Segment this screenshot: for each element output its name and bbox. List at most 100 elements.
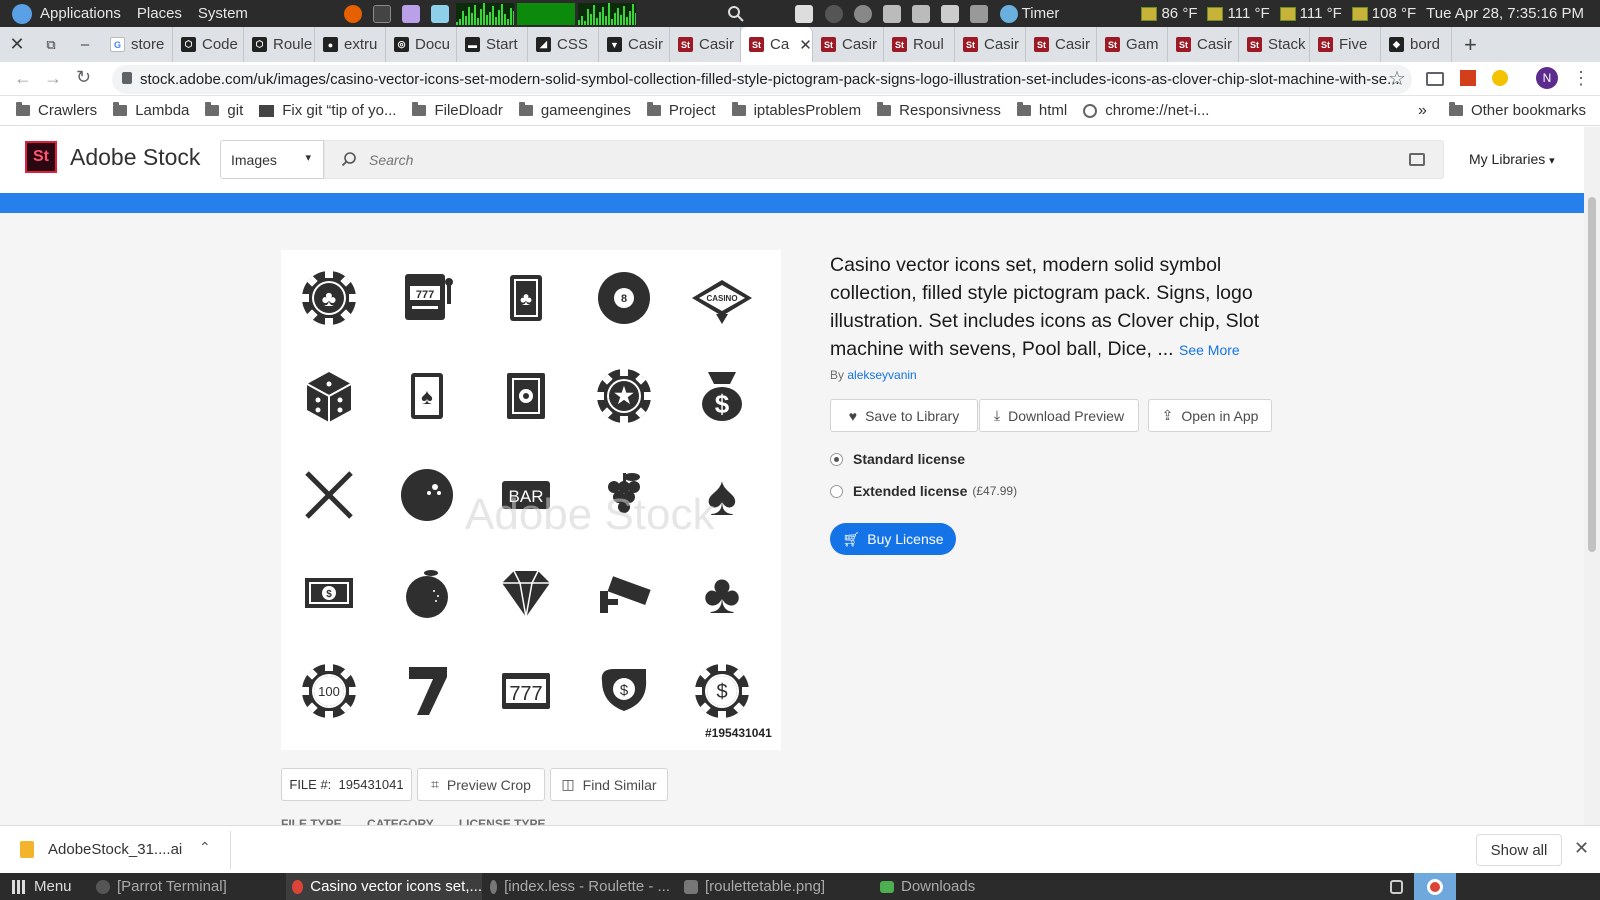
task-chrome[interactable]: Casino vector icons set,...	[286, 873, 482, 900]
firefox-icon[interactable]	[343, 4, 362, 23]
camera-icon[interactable]	[1409, 153, 1425, 166]
back-icon[interactable]: ←	[14, 68, 32, 89]
browser-tab[interactable]: St Casir	[955, 27, 1026, 62]
applications-menu[interactable]: Applications	[40, 5, 121, 22]
adobe-stock-logo-icon[interactable]: St	[25, 141, 57, 173]
scrollbar-thumb[interactable]	[1588, 197, 1596, 552]
see-more-link[interactable]: See More	[1179, 342, 1240, 358]
browser-tab[interactable]: ● extru	[315, 27, 386, 62]
new-tab-icon[interactable]: +	[1464, 32, 1477, 58]
bookmark-item[interactable]: iptablesProblem	[731, 102, 861, 119]
browser-tab[interactable]: ⬡ Code	[173, 27, 244, 62]
buy-license-button[interactable]: 🛒︎ Buy License	[830, 523, 956, 555]
task-terminal[interactable]: [Parrot Terminal]	[96, 873, 227, 900]
timer-label[interactable]: Timer	[1022, 5, 1060, 22]
browser-tab[interactable]: St Casir	[1168, 27, 1239, 62]
browser-tab[interactable]: ◎ Docu	[386, 27, 457, 62]
search-input[interactable]	[369, 147, 1369, 173]
profile-avatar[interactable]: N	[1536, 67, 1558, 89]
bookmark-item[interactable]: Fix git “tip of yo...	[259, 102, 396, 119]
save-to-library-button[interactable]: ♥ Save to Library	[830, 399, 978, 432]
category-select[interactable]: Images ▾	[220, 140, 324, 179]
bookmark-item[interactable]: git	[205, 102, 243, 119]
adobe-stock-logo-text[interactable]: Adobe Stock	[70, 144, 200, 171]
bookmark-item[interactable]: Crawlers	[16, 102, 97, 119]
author-link[interactable]: alekseyvanin	[847, 368, 916, 382]
find-similar-button[interactable]: ◫ Find Similar	[550, 768, 668, 801]
bookmarks-overflow-icon[interactable]: »	[1418, 102, 1427, 120]
chrome-tray-icon[interactable]	[1414, 873, 1456, 900]
bookmark-star-icon[interactable]: ☆	[1388, 66, 1406, 91]
browser-tab[interactable]: St Gam	[1097, 27, 1168, 62]
download-item[interactable]: AdobeStock_31....ai	[48, 841, 182, 858]
download-preview-button[interactable]: ⤓ Download Preview	[979, 399, 1139, 432]
terminal-icon[interactable]	[373, 4, 392, 23]
browser-tab[interactable]: Gstore	[102, 27, 173, 62]
reload-icon[interactable]: ↻	[76, 67, 91, 88]
file-manager-icon[interactable]	[431, 4, 450, 23]
browser-tab[interactable]: ▬ Start	[457, 27, 528, 62]
browser-tab[interactable]: St Stack	[1239, 27, 1310, 62]
bluetooth-icon[interactable]	[824, 4, 843, 23]
asset-preview[interactable]: ♣ 777 ♣ 8 CASINO ♠ ★ $ BAR ♠ $ ♣ 100 777 $ $ Adobe Stoc…	[281, 250, 781, 750]
task-downloads[interactable]: Downloads	[880, 873, 975, 900]
close-shelf-icon[interactable]: ✕	[1574, 838, 1589, 859]
bookmark-item[interactable]: chrome://net-i...	[1083, 102, 1209, 119]
chevron-up-icon[interactable]: ⌃	[199, 839, 211, 856]
text-editor-icon[interactable]	[402, 4, 421, 23]
night-mode-icon[interactable]	[853, 4, 872, 23]
bookmark-item[interactable]: Project	[646, 102, 716, 119]
other-bookmarks[interactable]: Other bookmarks	[1448, 102, 1586, 119]
page-scrollbar[interactable]	[1584, 127, 1600, 825]
browser-tab[interactable]: St Casir	[1026, 27, 1097, 62]
timer-icon[interactable]	[999, 4, 1018, 23]
browser-tab[interactable]: ◆ bord	[1381, 27, 1452, 62]
start-menu[interactable]: Menu	[12, 873, 72, 900]
close-window-icon[interactable]: ✕	[0, 34, 34, 55]
clock[interactable]: Tue Apr 28, 7:35:16 PM	[1426, 5, 1584, 22]
bookmark-item[interactable]: html	[1016, 102, 1067, 119]
clipboard-icon[interactable]	[941, 4, 960, 23]
task-image-viewer[interactable]: [roulettetable.png]	[684, 873, 825, 900]
my-libraries-menu[interactable]: My Libraries ▾	[1469, 151, 1555, 167]
system-menu[interactable]: System	[198, 5, 248, 22]
browser-tab[interactable]: ▼ Casir	[599, 27, 670, 62]
volume-icon[interactable]	[912, 4, 931, 23]
preview-crop-button[interactable]: ⌗ Preview Crop	[417, 768, 545, 801]
extension-icon[interactable]	[1460, 70, 1476, 86]
places-menu[interactable]: Places	[137, 5, 182, 22]
show-all-button[interactable]: Show all	[1476, 834, 1562, 866]
screenshot-icon[interactable]	[795, 4, 814, 23]
browser-tab[interactable]: St Five	[1310, 27, 1381, 62]
browser-tab[interactable]: St Casir	[813, 27, 884, 62]
browser-tab[interactable]: St Roul	[884, 27, 955, 62]
address-bar[interactable]: stock.adobe.com/uk/images/casino-vector-…	[112, 65, 1412, 94]
minimize-window-icon[interactable]: –	[68, 36, 102, 53]
cast-icon[interactable]	[1426, 72, 1444, 86]
browser-tab[interactable]: ⬡ Roule	[244, 27, 315, 62]
bookmark-item[interactable]: gameengines	[518, 102, 631, 119]
open-in-app-button[interactable]: ⇪ Open in App	[1148, 399, 1272, 432]
shield-icon[interactable]	[882, 4, 901, 23]
forward-icon[interactable]: →	[44, 68, 62, 89]
workspace-icon[interactable]	[1390, 873, 1410, 900]
extended-license-option[interactable]: Extended license (£47.99)	[830, 483, 1017, 499]
extension-2-icon[interactable]	[1492, 70, 1508, 86]
bookmark-item[interactable]: FileDloadr	[412, 102, 503, 119]
parrot-logo-icon[interactable]	[12, 3, 32, 24]
bookmark-item[interactable]: Responsivness	[877, 102, 1001, 119]
bookmark-item[interactable]: Lambda	[113, 102, 189, 119]
close-tab-icon[interactable]: ✕	[799, 36, 812, 54]
browser-tab[interactable]: St Ca ✕	[741, 27, 813, 62]
task-editor[interactable]: [index.less - Roulette - ...	[490, 873, 670, 900]
promo-banner[interactable]	[0, 193, 1584, 213]
menu-icon[interactable]: ⋮	[1572, 68, 1590, 89]
restore-window-icon[interactable]: ⧉	[34, 37, 68, 53]
display-icon[interactable]	[970, 4, 989, 23]
search-icon[interactable]	[727, 5, 745, 23]
standard-license-radio[interactable]	[830, 452, 843, 466]
browser-tab[interactable]: St Casir	[670, 27, 741, 62]
browser-tab[interactable]: ◢ CSS	[528, 27, 599, 62]
standard-license-option[interactable]: Standard license	[830, 451, 965, 467]
extended-license-radio[interactable]	[830, 484, 843, 498]
